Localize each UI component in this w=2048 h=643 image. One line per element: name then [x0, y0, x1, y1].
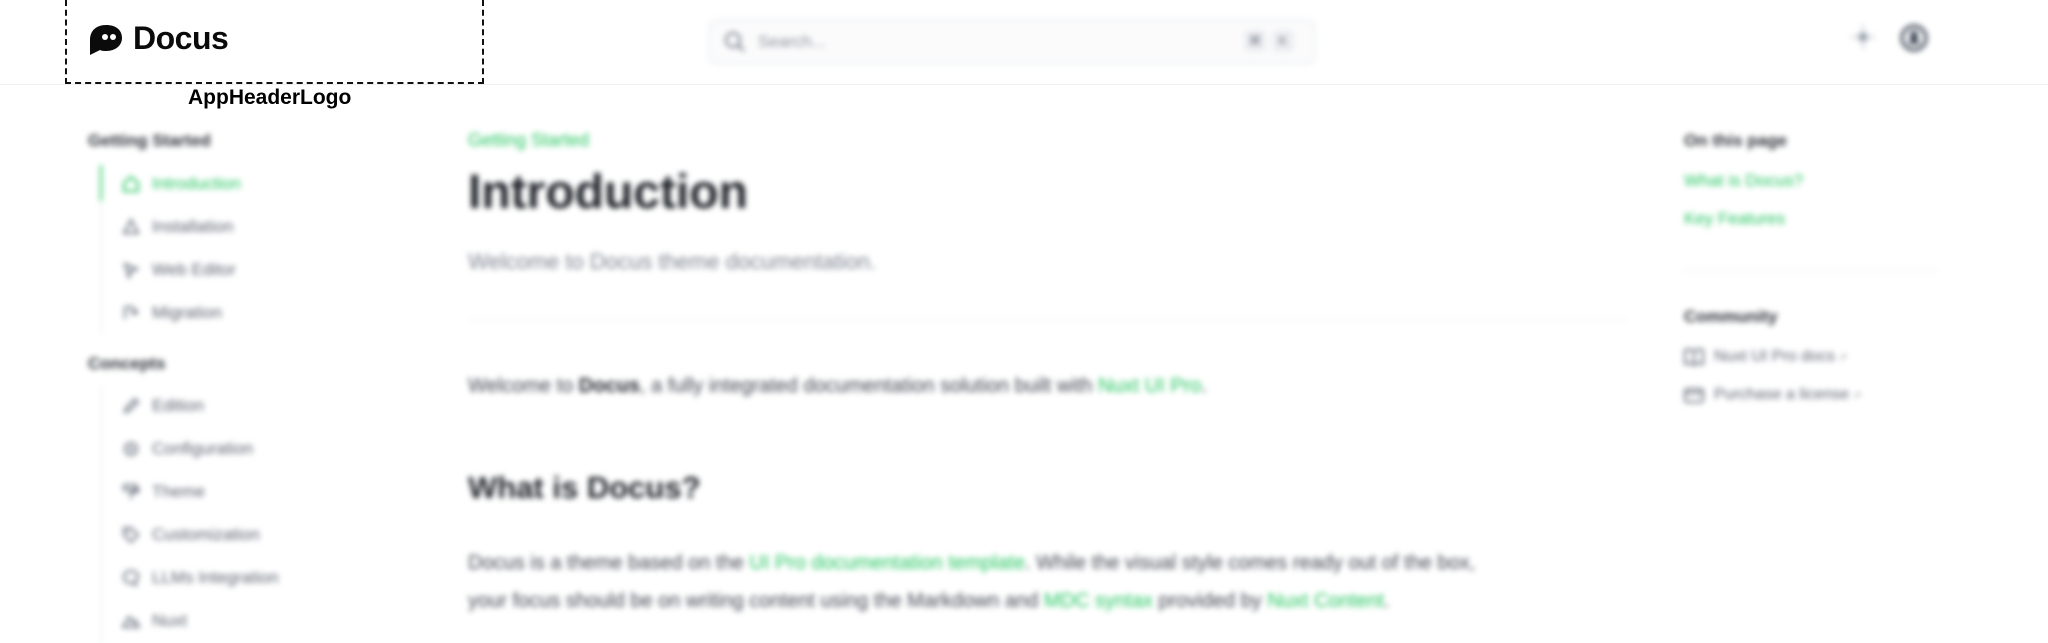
sun-icon[interactable] [1852, 26, 1874, 48]
community-link-label: Nuxt UI Pro docs [1714, 348, 1835, 365]
warning-triangle-icon [122, 218, 140, 234]
tag-icon [123, 527, 140, 544]
community-link-label: Purchase a license [1714, 386, 1850, 403]
community-link-purchase-license[interactable]: Purchase a license ↗ [1684, 386, 1861, 404]
sidebar-item-web-editor[interactable]: Web Editor [122, 257, 236, 283]
search-icon [725, 32, 745, 52]
page-description: Welcome to Docus theme documentation. [468, 249, 877, 274]
mountain-icon [122, 615, 140, 628]
house-icon [123, 175, 139, 192]
body-paragraph: Docus is a theme based on the UI Pro doc… [468, 544, 1628, 620]
toc-link-what-is-docus[interactable]: What is Docus? [1684, 171, 1803, 191]
shortcut-key-cmd: ⌘ [1244, 30, 1266, 52]
external-link-icon: ↗ [1837, 351, 1848, 364]
sidebar-item-label: LLMs Integration [152, 568, 279, 587]
sidebar-item-installation[interactable]: Installation [122, 214, 233, 240]
search-input[interactable]: Search... ⌘ K [709, 20, 1315, 64]
app-header-logo[interactable]: Docus [65, 0, 484, 84]
intro-text: , a fully integrated documentation solut… [639, 375, 1098, 397]
sidebar-item-edition[interactable]: Edition [122, 393, 204, 419]
sidebar-item-llms-integration[interactable]: LLMs Integration [122, 565, 279, 591]
sidebar-item-label: Configuration [152, 439, 254, 458]
sidebar-item-nuxt[interactable]: Nuxt [122, 608, 187, 634]
cursor-icon [123, 262, 140, 279]
sidebar-item-migration[interactable]: Migration [122, 300, 222, 326]
body-text: provided by [1152, 590, 1268, 612]
toc-divider [1684, 270, 1938, 271]
logo-caption: AppHeaderLogo [188, 86, 352, 109]
body-text: . [1384, 590, 1390, 612]
toc-link-key-features[interactable]: Key Features [1684, 209, 1785, 229]
book-icon [1684, 348, 1704, 366]
sidebar-item-configuration[interactable]: Configuration [122, 436, 253, 462]
github-icon[interactable] [1900, 24, 1928, 52]
sidebar-item-label: Web Editor [152, 260, 236, 279]
credit-card-icon [1684, 388, 1704, 403]
body-text: Docus is a theme based on the [468, 552, 750, 574]
sidebar-item-label: Nuxt [152, 611, 187, 630]
external-link-icon: ↗ [1852, 389, 1862, 402]
chat-icon [122, 569, 140, 587]
migrate-icon [124, 306, 139, 319]
ui-pro-template-link[interactable]: UI Pro documentation template [749, 552, 1025, 574]
docus-logo-icon [90, 25, 122, 55]
intro-text: Welcome to [468, 375, 579, 397]
toc-heading: On this page [1684, 131, 1787, 150]
sidebar-heading-getting-started: Getting Started [88, 131, 211, 150]
mdc-syntax-link[interactable]: MDC syntax [1044, 590, 1153, 612]
sidebar-item-customization[interactable]: Customization [122, 522, 260, 548]
body-text: . While the visual style comes ready out… [1024, 552, 1476, 574]
shortcut-key-k: K [1272, 30, 1294, 52]
gear-icon [124, 442, 138, 456]
section-heading-what-is-docus: What is Docus? [468, 470, 701, 505]
sidebar-guide-line [101, 385, 102, 643]
community-link-ui-pro-docs[interactable]: Nuxt UI Pro docs ↗ [1684, 348, 1847, 366]
sidebar-item-label: Installation [152, 217, 234, 236]
sidebar-item-label: Introduction [152, 174, 241, 193]
sidebar-item-label: Customization [152, 525, 260, 544]
app-header: Docus AppHeaderLogo Search... ⌘ K [0, 0, 2048, 109]
page-title: Introduction [468, 166, 748, 219]
sidebar-item-label: Theme [152, 482, 205, 501]
pencil-icon [123, 397, 140, 414]
content-divider [468, 320, 1628, 321]
sidebar-active-indicator [100, 165, 102, 201]
paint-roller-icon [123, 484, 139, 499]
breadcrumb[interactable]: Getting Started [468, 130, 589, 151]
sidebar-item-label: Edition [152, 396, 204, 415]
nuxt-content-link[interactable]: Nuxt Content [1267, 590, 1384, 612]
search-placeholder: Search... [758, 32, 827, 51]
intro-text: . [1201, 375, 1207, 397]
intro-bold: Docus [578, 375, 640, 397]
intro-paragraph: Welcome to Docus, a fully integrated doc… [468, 367, 1628, 405]
sidebar-item-theme[interactable]: Theme [122, 479, 205, 505]
body-text: your focus should be on writing content … [468, 590, 1044, 612]
nuxt-ui-pro-link[interactable]: Nuxt UI Pro [1098, 375, 1201, 397]
logo-text: Docus [133, 20, 229, 56]
sidebar-item-label: Migration [152, 303, 222, 322]
sidebar-heading-concepts: Concepts [88, 354, 166, 373]
sidebar-item-introduction[interactable]: Introduction [122, 171, 241, 197]
community-heading: Community [1684, 307, 1778, 326]
